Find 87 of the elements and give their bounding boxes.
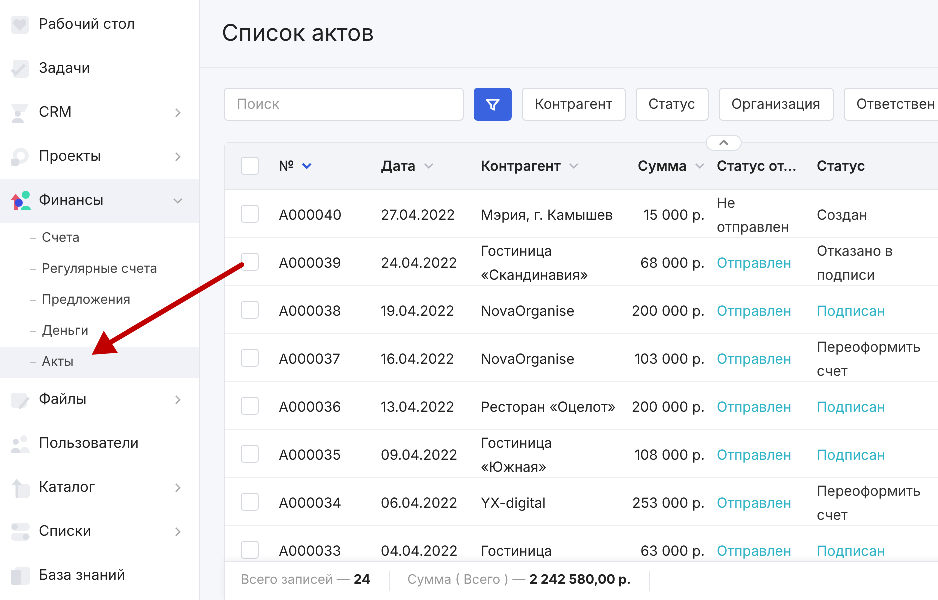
table-cell: Подписан: [817, 398, 886, 416]
column-header[interactable]: Статус от…: [717, 156, 797, 176]
table-cell: Переоформить счет: [817, 338, 921, 380]
menu-item-icon: [9, 433, 31, 455]
table-cell: Ресторан «Оцелот»: [481, 398, 616, 416]
menu-item-icon: [9, 565, 31, 587]
table-cell: 68 000 р.: [640, 254, 705, 272]
submenu-item[interactable]: Акты: [0, 347, 199, 378]
search-field[interactable]: Поиск: [224, 88, 464, 121]
table-cell: 103 000 р.: [634, 350, 705, 368]
table-cell: Не отправлен: [717, 194, 790, 236]
table-cell: A000040: [279, 206, 342, 224]
table-cell: Переоформить счет: [817, 482, 921, 524]
table-cell: A000036: [279, 398, 342, 416]
finance-icon: [9, 190, 31, 212]
total-value: 24: [354, 571, 371, 590]
table-cell: 200 000 р.: [632, 398, 705, 416]
table-cell: NovaOrganise: [481, 302, 575, 320]
collapse-toggle[interactable]: [706, 135, 742, 151]
table-cell: Гостиница: [481, 542, 552, 560]
row-checkbox[interactable]: [241, 540, 259, 558]
menu-item-icon: [9, 58, 31, 80]
column-header[interactable]: Контрагент: [481, 156, 562, 176]
table-cell: Отправлен: [717, 542, 792, 560]
column-header[interactable]: №: [279, 156, 294, 176]
table-cell: Гостиница «Южная»: [481, 434, 552, 476]
table-cell: 04.04.2022: [381, 542, 458, 560]
table-cell: Подписан: [817, 446, 886, 464]
row-checkbox[interactable]: [241, 492, 259, 510]
filter-button[interactable]: Статус: [636, 88, 709, 121]
table-cell: A000037: [279, 350, 341, 368]
table-cell: NovaOrganise: [481, 350, 575, 368]
row-checkbox[interactable]: [241, 204, 259, 222]
total-label: Всего записей —: [241, 571, 350, 590]
table-cell: Гостиница «Скандинавия»: [481, 242, 588, 284]
table-cell: 108 000 р.: [634, 446, 705, 464]
row-checkbox[interactable]: [241, 348, 259, 366]
sum-value: 2 242 580,00 р.: [530, 571, 632, 590]
menu-item-icon: [9, 521, 31, 543]
sidebar-item[interactable]: Финансы: [0, 179, 199, 223]
table-cell: Отправлен: [717, 398, 792, 416]
table-cell: Отправлен: [717, 494, 792, 512]
table-cell: Отказано в подписи: [817, 242, 894, 284]
table-cell: A000033: [279, 542, 342, 560]
table-cell: A000034: [279, 494, 342, 512]
filter-button[interactable]: Организация: [718, 88, 834, 121]
table-cell: A000039: [279, 254, 342, 272]
table-cell: Отправлен: [717, 446, 792, 464]
select-all-checkbox[interactable]: [241, 157, 259, 175]
table-cell: A000035: [279, 446, 342, 464]
table-cell: 16.04.2022: [381, 350, 454, 368]
table-cell: 19.04.2022: [381, 302, 455, 320]
menu-item-icon: [9, 14, 31, 36]
table-cell: Мэрия, г. Камышев: [481, 206, 614, 224]
table-cell: Подписан: [817, 542, 886, 560]
table-cell: 63 000 р.: [640, 542, 705, 560]
table-cell: 13.04.2022: [381, 398, 455, 416]
table-cell: 27.04.2022: [381, 206, 456, 224]
column-header[interactable]: Статус: [817, 156, 866, 176]
table-cell: A000038: [279, 302, 342, 320]
table-cell: Отправлен: [717, 302, 792, 320]
filter-icon: [485, 96, 501, 112]
table-cell: 15 000 р.: [644, 206, 705, 224]
filter-button[interactable]: Ответствен: [844, 88, 938, 121]
table-cell: Отправлен: [717, 254, 792, 272]
table-cell: 200 000 р.: [632, 302, 705, 320]
row-checkbox[interactable]: [241, 396, 259, 414]
table-cell: 253 000 р.: [632, 494, 705, 512]
page-title: Список актов: [222, 18, 374, 50]
table-cell: 09.04.2022: [381, 446, 458, 464]
table-cell: Создан: [817, 206, 868, 224]
filter-button[interactable]: Контрагент: [522, 88, 626, 121]
table-cell: Отправлен: [717, 350, 792, 368]
table-cell: Подписан: [817, 302, 886, 320]
sum-label: Сумма ( Всего ) —: [408, 571, 526, 590]
column-header[interactable]: Дата: [381, 156, 416, 176]
menu-item-icon: [9, 146, 31, 168]
column-header[interactable]: Сумма: [638, 156, 687, 176]
table-cell: 24.04.2022: [381, 254, 458, 272]
filter-button[interactable]: [474, 88, 512, 121]
menu-item-icon: [9, 102, 31, 124]
row-checkbox[interactable]: [241, 252, 259, 270]
menu-item-icon: [9, 477, 31, 499]
row-checkbox[interactable]: [241, 444, 259, 462]
table-cell: YX-digital: [481, 494, 546, 512]
row-checkbox[interactable]: [241, 300, 259, 318]
table-cell: 06.04.2022: [381, 494, 458, 512]
